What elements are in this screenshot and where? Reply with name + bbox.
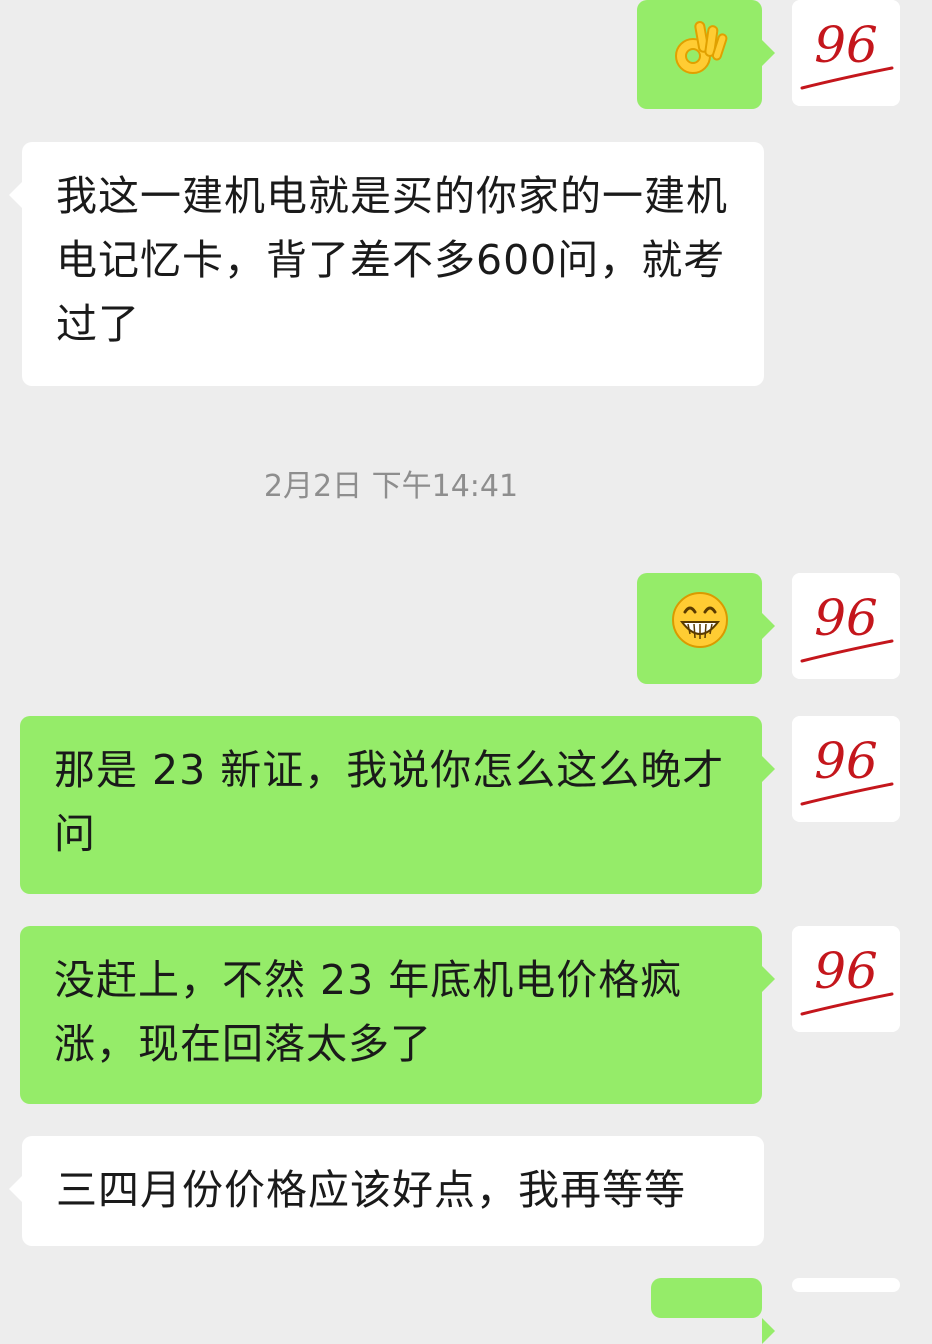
avatar-96-icon: 96 xyxy=(792,0,900,106)
svg-text:96: 96 xyxy=(814,16,878,74)
grin-emoji-icon xyxy=(670,590,730,668)
avatar-self[interactable]: 96 xyxy=(792,716,900,822)
chat-timestamp: 2月2日 下午14:41 xyxy=(263,469,519,504)
message-text: 我这一建机电就是买的你家的一建机电记忆卡，背了差不多600问，就考过了 xyxy=(56,172,728,348)
ok-hand-emoji-icon xyxy=(671,16,729,94)
message-text: 没赶上，不然 23 年底机电价格疯涨，现在回落太多了 xyxy=(54,956,683,1068)
avatar-96-icon: 96 xyxy=(792,573,900,679)
avatar-self[interactable] xyxy=(792,1278,900,1292)
avatar-self[interactable]: 96 xyxy=(792,573,900,679)
message-bubble-sent[interactable]: 那是 23 新证，我说你怎么这么晚才问 xyxy=(20,716,775,894)
svg-text:96: 96 xyxy=(814,732,878,790)
avatar-self[interactable]: 96 xyxy=(792,926,900,1032)
message-text: 那是 23 新证，我说你怎么这么晚才问 xyxy=(54,746,725,858)
message-bubble-received[interactable]: 我这一建机电就是买的你家的一建机电记忆卡，背了差不多600问，就考过了 xyxy=(9,142,764,386)
message-bubble-sent[interactable] xyxy=(637,573,775,684)
svg-text:96: 96 xyxy=(814,589,878,647)
avatar-96-icon: 96 xyxy=(792,926,900,1032)
svg-text:96: 96 xyxy=(814,942,878,1000)
message-bubble-received[interactable]: 三四月份价格应该好点，我再等等 xyxy=(9,1136,764,1246)
message-text: 三四月份价格应该好点，我再等等 xyxy=(56,1166,686,1214)
message-bubble-sent[interactable]: 没赶上，不然 23 年底机电价格疯涨，现在回落太多了 xyxy=(20,926,775,1104)
avatar-96-icon: 96 xyxy=(792,716,900,822)
message-bubble-sent-partial[interactable] xyxy=(651,1278,775,1344)
message-bubble-sent[interactable] xyxy=(637,0,775,109)
avatar-self[interactable]: 96 xyxy=(792,0,900,106)
